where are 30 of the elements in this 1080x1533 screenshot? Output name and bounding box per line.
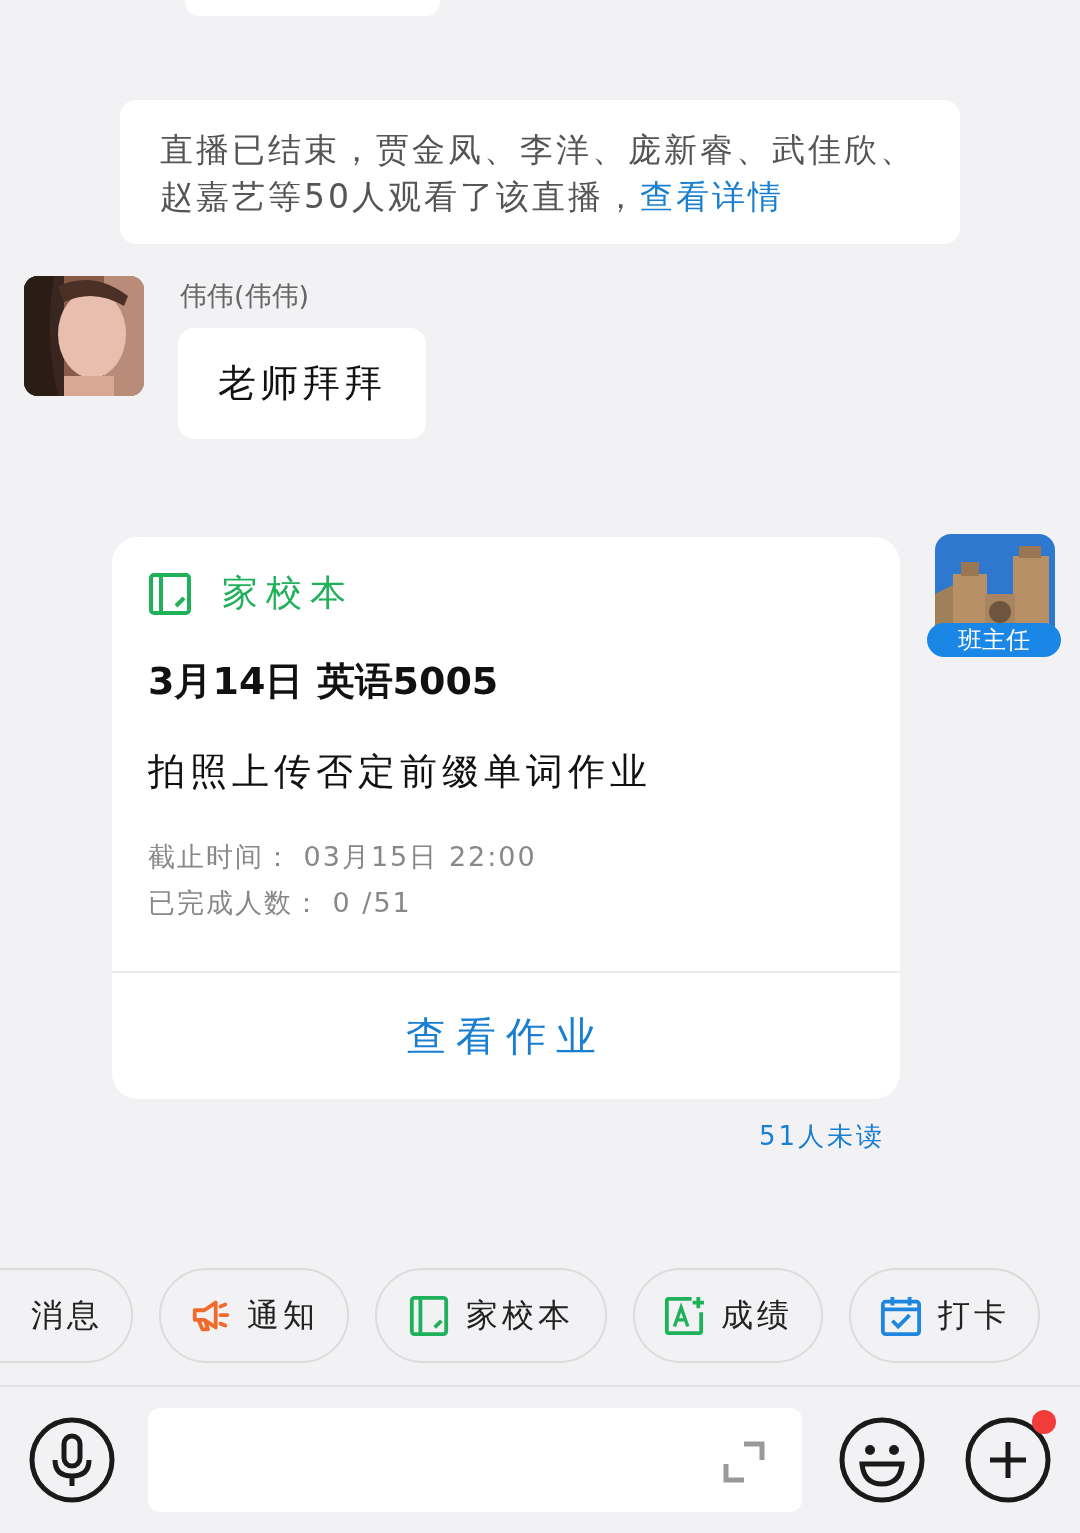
- view-details-link[interactable]: 查看详情: [640, 177, 784, 216]
- message-input[interactable]: [148, 1408, 802, 1512]
- expand-icon[interactable]: [722, 1440, 766, 1484]
- view-homework-button[interactable]: 查看作业: [112, 973, 900, 1099]
- detail-text: 已完成人数： 0 /51: [148, 886, 413, 920]
- quick-action-chip[interactable]: 成绩: [633, 1268, 823, 1363]
- notebook-icon: [148, 571, 192, 616]
- add-button[interactable]: [964, 1416, 1052, 1504]
- smiley-icon: [838, 1416, 926, 1504]
- microphone-icon: [28, 1416, 116, 1504]
- sender-name: 伟伟(伟伟): [180, 279, 311, 313]
- quick-action-chip[interactable]: 通知: [159, 1268, 349, 1363]
- app-name: 家校本: [222, 571, 354, 615]
- notice-text: 直播已结束，贾金凤、李洋、庞新睿、武佳欣、赵嘉艺等50人观看了该直播，查看详情: [160, 129, 917, 218]
- plus-icon: [964, 1416, 1052, 1504]
- homework-title: 3月14日 英语5005: [148, 658, 500, 705]
- quick-action-chip[interactable]: 家校本: [375, 1268, 607, 1363]
- calendar-check-icon: [879, 1294, 922, 1337]
- role-badge: 班主任: [927, 623, 1061, 657]
- unread-count[interactable]: 51人未读: [758, 1119, 885, 1154]
- notebook-icon: [408, 1294, 450, 1337]
- quick-action-chip[interactable]: 打卡: [849, 1268, 1040, 1363]
- homework-description: 拍照上传否定前缀单词作业: [148, 749, 653, 795]
- microphone-button[interactable]: [28, 1416, 116, 1504]
- message-bubble: 老师拜拜: [178, 328, 426, 439]
- grade-icon: [663, 1294, 705, 1337]
- detail-text: 截止时间： 03月15日 22:00: [148, 840, 538, 874]
- emoji-button[interactable]: [838, 1416, 926, 1504]
- quick-action-chip[interactable]: 消息: [0, 1268, 133, 1363]
- homework-card[interactable]: 家校本 3月14日 英语5005 拍照上传否定前缀单词作业 截止时间： 03月15日 22:00 已完成人数： 0 /51 查看作业: [112, 537, 900, 1099]
